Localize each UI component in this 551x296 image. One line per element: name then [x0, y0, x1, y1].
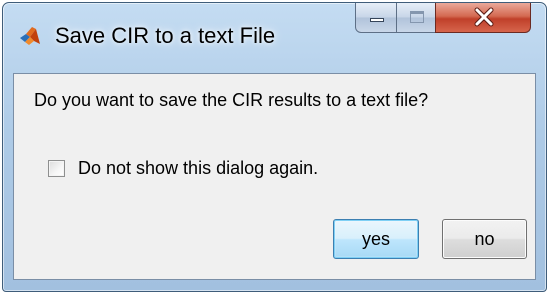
dialog-question: Do you want to save the CIR results to a…: [34, 90, 429, 110]
no-button[interactable]: no: [442, 219, 527, 259]
maximize-button[interactable]: [396, 3, 436, 33]
maximize-icon: [410, 11, 424, 23]
dont-show-again-checkbox[interactable]: [48, 160, 65, 177]
minimize-button[interactable]: [355, 3, 397, 33]
title-bar[interactable]: Save CIR to a text File: [3, 3, 546, 73]
caption-buttons: [355, 3, 535, 33]
close-icon: [474, 7, 494, 27]
dont-show-again-label[interactable]: Do not show this dialog again.: [78, 158, 318, 179]
matlab-icon: [20, 27, 40, 45]
window-title: Save CIR to a text File: [55, 23, 276, 48]
close-button[interactable]: [435, 3, 531, 33]
minimize-icon: [370, 18, 384, 22]
dont-show-again-row[interactable]: Do not show this dialog again.: [48, 158, 318, 179]
yes-button[interactable]: yes: [333, 219, 419, 259]
